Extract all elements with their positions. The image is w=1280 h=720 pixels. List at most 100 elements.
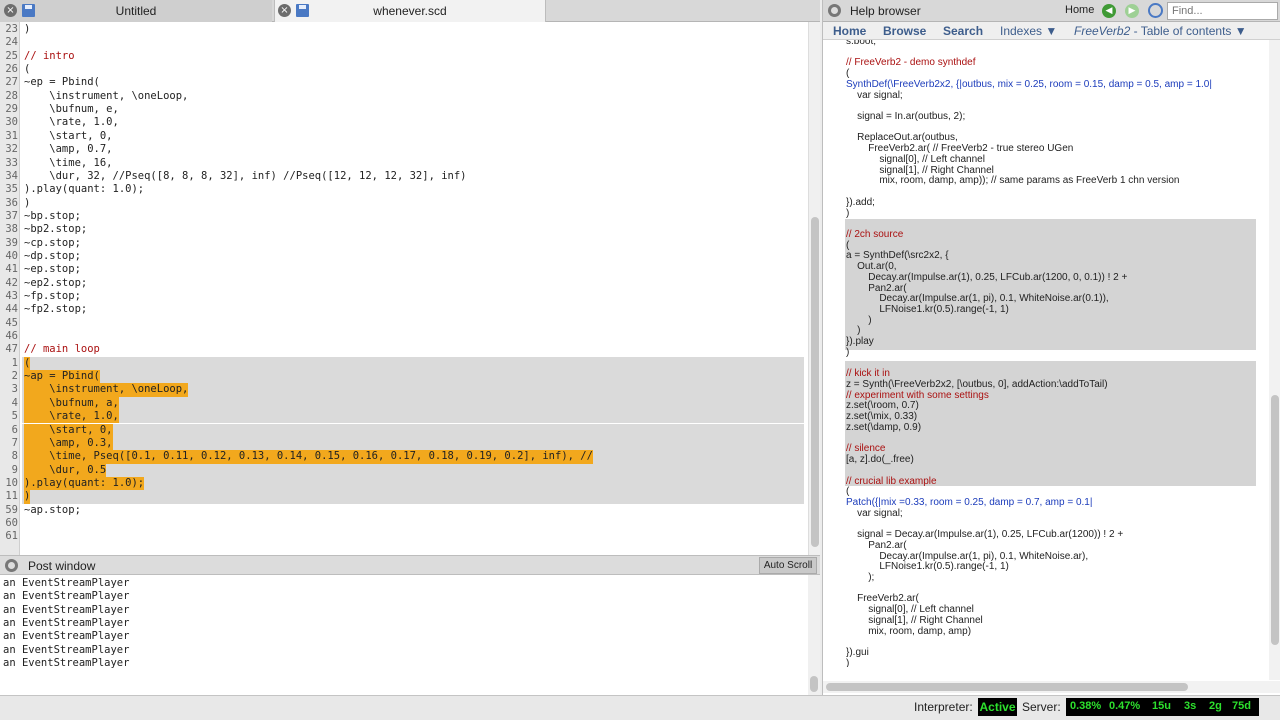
server-label: Server: [1022, 700, 1061, 714]
help-nav-home[interactable]: Home [833, 24, 866, 38]
code-line[interactable]: 47 // main loop [0, 343, 808, 356]
current-block-highlight [22, 370, 804, 384]
code-line[interactable]: 45 [0, 317, 808, 330]
code-line[interactable]: 23) [0, 23, 808, 36]
line-number: 40 [5, 249, 18, 262]
code-line[interactable]: 31 \start, 0, [0, 130, 808, 143]
help-nav-search[interactable]: Search [943, 24, 983, 38]
line-number: 42 [5, 276, 18, 289]
line-number: 47 [5, 343, 18, 356]
line-number: 24 [5, 36, 18, 49]
code-line[interactable]: 24 [0, 36, 808, 49]
line-number: 25 [5, 49, 18, 62]
code-line[interactable]: 4 \bufnum, a, [0, 396, 808, 411]
editor-scrollbar[interactable] [808, 22, 820, 555]
code-line[interactable]: 9 \dur, 0.5 [0, 463, 808, 477]
code-line[interactable]: 40 ~dp.stop; [0, 250, 808, 263]
code-line[interactable]: 41 ~ep.stop; [0, 263, 808, 276]
help-find-input[interactable] [1167, 2, 1278, 20]
editor-scroll-thumb[interactable] [811, 217, 819, 547]
line-number: 34 [5, 169, 18, 182]
post-line: an EventStreamPlayer [3, 630, 130, 643]
code-line[interactable]: 38 ~bp2.stop; [0, 223, 808, 236]
tab-untitled[interactable]: × Untitled [0, 0, 272, 22]
help-nav-table-of-contents[interactable]: FreeVerb2 - Table of contents ▼ [1074, 24, 1247, 38]
code-line[interactable]: 25 // intro [0, 50, 808, 63]
reload-icon[interactable] [1148, 3, 1163, 18]
help-code-line: Pan2.ar( [846, 539, 907, 551]
server-groups: 2g [1209, 700, 1222, 712]
help-code-line: [a, z].do(_.free) [846, 454, 914, 466]
code-line[interactable]: 32 \amp, 0.7, [0, 143, 808, 156]
post-scrollbar[interactable] [808, 575, 820, 695]
editor-tab-bar: × Untitled × whenever.scd [0, 0, 820, 22]
current-block-highlight [22, 356, 804, 371]
code-line[interactable]: 61 [0, 530, 808, 543]
help-nav-indexes[interactable]: Indexes ▼ [1000, 24, 1057, 38]
help-horizontal-scrollbar[interactable] [823, 681, 1280, 693]
help-document-content[interactable]: s.boot;// FreeVerb2 - demo synthdef(Synt… [823, 40, 1269, 667]
code-text: \time, Pseq([0.1, 0.11, 0.12, 0.13, 0.14… [24, 450, 593, 464]
help-scroll-thumb[interactable] [1271, 395, 1279, 645]
code-line[interactable]: 37 ~bp.stop; [0, 210, 808, 223]
code-line[interactable]: 28 \instrument, \oneLoop, [0, 90, 808, 103]
server-ugens: 15u [1152, 700, 1171, 712]
code-line[interactable]: 44 ~fp2.stop; [0, 303, 808, 316]
code-line[interactable]: 46 [0, 330, 808, 343]
help-scrollbar[interactable] [1269, 40, 1280, 680]
code-line[interactable]: 59 ~ap.stop; [0, 504, 808, 517]
code-line[interactable]: 29 \bufnum, e, [0, 103, 808, 116]
code-line[interactable]: 30 \rate, 1.0, [0, 116, 808, 129]
line-number: 23 [5, 23, 18, 35]
line-number: 44 [5, 303, 18, 316]
line-number: 26 [5, 63, 18, 76]
code-line[interactable]: 6 \start, 0, [0, 423, 808, 437]
code-text: \start, 0, [24, 423, 113, 437]
help-nav-browse[interactable]: Browse [883, 24, 926, 38]
post-line: an EventStreamPlayer [3, 656, 130, 669]
tab-label: Untitled [115, 4, 157, 18]
help-horizontal-scroll-thumb[interactable] [826, 683, 1188, 691]
code-text-area[interactable]: 23) 24 25// intro 26(27 ~ep = Pbind(28 \inst… [0, 22, 808, 555]
code-line[interactable]: 7 \amp, 0.3, [0, 436, 808, 451]
code-text: \amp, 0.7, [24, 143, 113, 156]
auto-scroll-button[interactable]: Auto Scroll [759, 557, 817, 574]
undock-icon[interactable] [828, 4, 841, 17]
code-line[interactable]: 10).play(quant: 1.0); [0, 476, 808, 491]
back-arrow-icon[interactable]: ◀ [1102, 4, 1116, 18]
server-status-display[interactable]: 0.38% 0.47% 15u 3s 2g 75d [1066, 698, 1259, 716]
code-line[interactable]: 26 ( [0, 63, 808, 76]
undock-icon[interactable] [5, 559, 18, 572]
code-text: \dur, 0.5 [24, 463, 107, 477]
line-number: 7 [11, 436, 18, 449]
code-line[interactable]: 35).play(quant: 1.0); [0, 183, 808, 196]
code-line[interactable]: 42 ~ep2.stop; [0, 277, 808, 290]
help-code-line: Decay.ar(Impulse.ar(1), 0.25, LFCub.ar(1… [846, 271, 1128, 283]
code-line[interactable]: 43 ~fp.stop; [0, 290, 808, 303]
code-line[interactable]: 36) [0, 197, 808, 210]
code-line[interactable]: 27 ~ep = Pbind( [0, 76, 808, 89]
post-line: an EventStreamPlayer [3, 577, 130, 589]
code-line[interactable]: 39 ~cp.stop; [0, 237, 808, 250]
help-home-button[interactable]: Home [1065, 4, 1094, 16]
line-number: 32 [5, 143, 18, 156]
forward-arrow-icon[interactable]: ▶ [1125, 4, 1139, 18]
help-code-line: ); [846, 572, 875, 583]
code-line[interactable]: 11) [0, 490, 808, 504]
code-text: ~fp2.stop; [24, 303, 88, 316]
code-line[interactable]: 3 \instrument, \oneLoop, [0, 383, 808, 397]
code-line[interactable]: 8 \time, Pseq([0.1, 0.11, 0.12, 0.13, 0.… [0, 450, 808, 464]
interpreter-status-badge[interactable]: Active [978, 698, 1017, 716]
code-line[interactable]: 60 [0, 517, 808, 530]
post-scroll-thumb[interactable] [810, 676, 818, 692]
code-text: \instrument, \oneLoop, [24, 89, 189, 102]
code-line[interactable]: 5 \rate, 1.0, [0, 410, 808, 424]
code-line[interactable]: 34 \dur, 32, //Pseq([8, 8, 8, 32], inf) … [0, 170, 808, 183]
code-line[interactable]: 33 \time, 16, [0, 157, 808, 170]
code-line[interactable]: 2 ~ap = Pbind( [0, 370, 808, 384]
server-avg-cpu: 0.38% [1070, 700, 1102, 712]
code-text: ) [24, 490, 31, 504]
code-line[interactable]: 1( [0, 356, 808, 371]
post-window-output[interactable]: an EventStreamPlayer an EventStreamPlayer… [0, 575, 808, 695]
tab-whenever-scd[interactable]: × whenever.scd [274, 0, 546, 22]
